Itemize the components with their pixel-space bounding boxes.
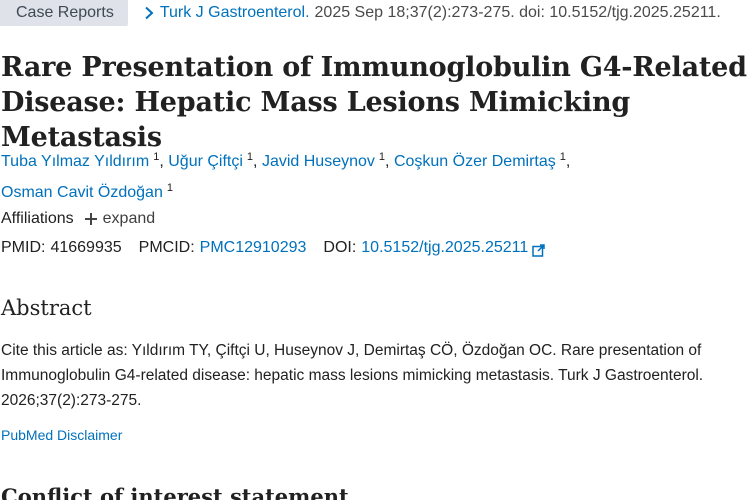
author-link[interactable]: Uğur Çiftçi bbox=[168, 153, 243, 170]
author-item: Uğur Çiftçi 1, bbox=[168, 151, 258, 170]
article-type-badge[interactable]: Case Reports bbox=[0, 0, 128, 26]
author-separator: , bbox=[253, 153, 258, 170]
author-item: Osman Cavit Özdoğan 1 bbox=[1, 182, 173, 201]
abstract-text: Cite this article as: Yıldırım TY, Çiftç… bbox=[1, 342, 704, 409]
affiliations-label: Affiliations bbox=[1, 210, 74, 227]
authors-list: Tuba Yılmaz Yıldırım 1, Uğur Çiftçi 1, Jav… bbox=[1, 144, 701, 206]
doi-label: DOI: bbox=[323, 239, 357, 256]
chevron-right-icon bbox=[142, 0, 158, 26]
pmid-group: PMID: 41669935 bbox=[1, 237, 122, 259]
journal-link[interactable]: Turk J Gastroenterol. bbox=[160, 4, 310, 22]
article-title: Rare Presentation of Immunoglobulin G4-R… bbox=[1, 52, 747, 153]
author-separator: , bbox=[385, 153, 390, 170]
author-link[interactable]: Osman Cavit Özdoğan bbox=[1, 184, 163, 201]
expand-label: expand bbox=[102, 210, 156, 227]
citation-text: 2025 Sep 18;37(2):273-275. doi: 10.5152/… bbox=[314, 4, 721, 21]
author-item: Javid Huseynov 1, bbox=[262, 151, 390, 170]
doi-group: DOI: 10.5152/tjg.2025.25211 bbox=[323, 237, 545, 259]
abstract-heading: Abstract bbox=[1, 296, 92, 320]
author-item: Tuba Yılmaz Yıldırım 1, bbox=[1, 151, 164, 170]
author-item: Coşkun Özer Demirtaş 1, bbox=[394, 151, 571, 170]
pmid-label: PMID: bbox=[1, 239, 46, 256]
pmcid-link[interactable]: PMC12910293 bbox=[200, 237, 307, 259]
pmcid-group: PMCID: PMC12910293 bbox=[139, 237, 307, 259]
expand-affiliations-button[interactable]: expand bbox=[84, 208, 156, 230]
pmcid-label: PMCID: bbox=[138, 239, 195, 256]
author-separator: , bbox=[159, 153, 164, 170]
affiliation-marker[interactable]: 1 bbox=[167, 182, 173, 194]
pmid-value: 41669935 bbox=[50, 239, 122, 256]
article-meta-row: Case Reports Turk J Gastroenterol. 2025 … bbox=[0, 0, 721, 26]
author-link[interactable]: Coşkun Özer Demirtaş bbox=[394, 153, 556, 170]
external-link-icon[interactable] bbox=[532, 242, 545, 257]
author-separator: , bbox=[565, 153, 571, 170]
plus-icon bbox=[84, 213, 97, 225]
identifiers-row: PMID: 41669935 PMCID: PMC12910293 DOI: 1… bbox=[1, 237, 545, 259]
article-page: Case Reports Turk J Gastroenterol. 2025 … bbox=[0, 0, 750, 500]
pubmed-disclaimer-link[interactable]: PubMed Disclaimer bbox=[1, 427, 122, 443]
affiliations-row: Affiliations expand bbox=[1, 208, 155, 230]
author-link[interactable]: Javid Huseynov bbox=[262, 153, 375, 170]
conflict-of-interest-heading: Conflict of interest statement bbox=[1, 484, 349, 500]
author-link[interactable]: Tuba Yılmaz Yıldırım bbox=[1, 153, 149, 170]
doi-link[interactable]: 10.5152/tjg.2025.25211 bbox=[361, 237, 528, 259]
